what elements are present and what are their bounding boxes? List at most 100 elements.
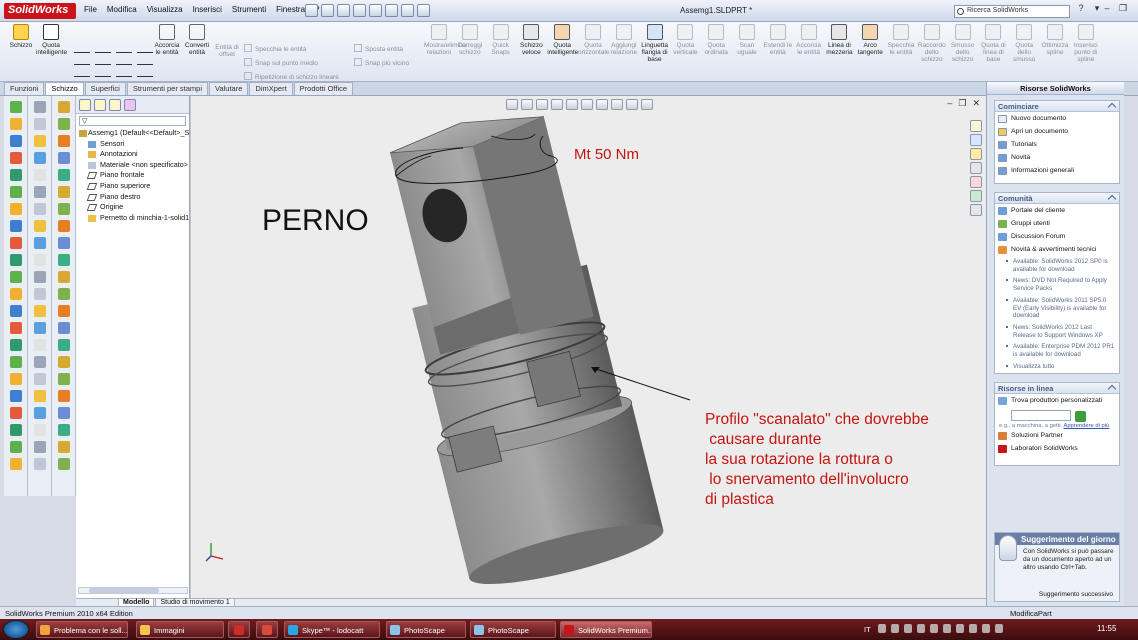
panel-online-title[interactable]: Risorse in linea bbox=[995, 383, 1119, 394]
sketch-tool-2-21-icon[interactable] bbox=[34, 458, 46, 470]
sketch-tool-3-9-icon[interactable] bbox=[58, 254, 70, 266]
tool-button-15[interactable]: Specchia le entità bbox=[886, 24, 916, 56]
sketch-tool-3-20-icon[interactable] bbox=[58, 441, 70, 453]
tree-root[interactable]: Assemg1 (Default<<Default>_S bbox=[76, 128, 189, 139]
sketch-tool-3-5-icon[interactable] bbox=[58, 186, 70, 198]
select-icon[interactable] bbox=[385, 4, 398, 17]
language-indicator[interactable]: IT bbox=[864, 625, 871, 634]
sketch-tool-3-7-icon[interactable] bbox=[58, 220, 70, 232]
tab-1[interactable]: Schizzo bbox=[45, 82, 84, 95]
sketch-tool-1-1-icon[interactable] bbox=[10, 118, 22, 130]
tool-button-6[interactable]: Aggiungi relazione bbox=[609, 24, 639, 56]
tree-item[interactable]: Sensori bbox=[76, 139, 189, 150]
sketch-tool-2-3-icon[interactable] bbox=[34, 152, 46, 164]
rectangle-icon[interactable] bbox=[74, 56, 90, 65]
tray-icon-2[interactable] bbox=[891, 624, 899, 633]
configuration-tab-icon[interactable] bbox=[109, 99, 121, 111]
new-icon[interactable] bbox=[305, 4, 318, 17]
tray-icon-8[interactable] bbox=[969, 624, 977, 633]
tool-button-9[interactable]: Quota ordinata bbox=[701, 24, 731, 56]
tool-button-7[interactable]: Linguetta flangia di base bbox=[640, 24, 670, 63]
sketch-tool-3-16-icon[interactable] bbox=[58, 373, 70, 385]
view-all-link[interactable]: Visualizza tutto bbox=[995, 361, 1119, 373]
sketch-tool-1-10-icon[interactable] bbox=[10, 271, 22, 283]
property-manager-tab-icon[interactable] bbox=[94, 99, 106, 111]
panel-community-title[interactable]: Comunità bbox=[995, 193, 1119, 204]
linear-pattern-tool[interactable]: Ripetizione di schizzo lineare bbox=[244, 72, 339, 81]
graphics-area[interactable]: – ❐ ✕ PERNO Mt 50 Nm Profilo "scanalato"… bbox=[190, 96, 986, 598]
search-tab-icon[interactable] bbox=[970, 162, 982, 174]
sketch-tool-1-3-icon[interactable] bbox=[10, 152, 22, 164]
online-item[interactable]: Soluzioni Partner bbox=[995, 429, 1119, 442]
taskbar-button-0[interactable]: Problema con le soll... bbox=[36, 621, 128, 638]
sketch-tool-1-2-icon[interactable] bbox=[10, 135, 22, 147]
news-item[interactable]: Available: Enterprise PDM 2012 PR1 is av… bbox=[995, 341, 1119, 360]
tray-icon-3[interactable] bbox=[904, 624, 912, 633]
tool-button-16[interactable]: Raccordo dello schizzo bbox=[917, 24, 947, 63]
tool-button-1[interactable]: Correggi schizzo bbox=[455, 24, 485, 56]
sketch-tool-1-0-icon[interactable] bbox=[10, 101, 22, 113]
sketch-tool-1-15-icon[interactable] bbox=[10, 356, 22, 368]
tool-button-14[interactable]: Arco tangente bbox=[855, 24, 885, 56]
sketch-tool-1-6-icon[interactable] bbox=[10, 203, 22, 215]
sketch-tool-3-6-icon[interactable] bbox=[58, 203, 70, 215]
sketch-tool-2-12-icon[interactable] bbox=[34, 305, 46, 317]
undo-icon[interactable] bbox=[369, 4, 382, 17]
taskbar-button-2[interactable] bbox=[228, 621, 250, 638]
sketch-tool-2-19-icon[interactable] bbox=[34, 424, 46, 436]
sketch-tool-1-18-icon[interactable] bbox=[10, 407, 22, 419]
sketch-tool-2-11-icon[interactable] bbox=[34, 288, 46, 300]
sketch-tool-3-14-icon[interactable] bbox=[58, 339, 70, 351]
sketch-tool-1-12-icon[interactable] bbox=[10, 305, 22, 317]
pin-model[interactable] bbox=[362, 99, 668, 596]
sketch-tool-3-2-icon[interactable] bbox=[58, 135, 70, 147]
sketch-tool-1-19-icon[interactable] bbox=[10, 424, 22, 436]
minimize-button[interactable]: – bbox=[1100, 3, 1114, 16]
tool-button-0[interactable]: Mostra/elimina relazioni bbox=[424, 24, 466, 56]
menu-modifica[interactable]: Modifica bbox=[107, 5, 137, 14]
scroll-thumb[interactable] bbox=[89, 588, 159, 593]
sketch-tool-2-16-icon[interactable] bbox=[34, 373, 46, 385]
tool-button-5[interactable]: Quota orizzontale bbox=[578, 24, 609, 56]
sketch-tool-2-4-icon[interactable] bbox=[34, 169, 46, 181]
sketch-tool-2-0-icon[interactable] bbox=[34, 101, 46, 113]
search-input[interactable]: Ricerca SolidWorks bbox=[954, 5, 1070, 18]
taskbar-button-4[interactable]: Skype™ - lodocatt bbox=[284, 621, 380, 638]
tree-item[interactable]: Origine bbox=[76, 202, 189, 213]
tray-icon-10[interactable] bbox=[995, 624, 1003, 633]
convert-entities-button[interactable]: Converti entità bbox=[182, 24, 212, 56]
nearest-snap-tool[interactable]: Snap più vicino bbox=[354, 58, 409, 67]
sketch-tool-2-20-icon[interactable] bbox=[34, 441, 46, 453]
sketch-tool-1-8-icon[interactable] bbox=[10, 237, 22, 249]
sketch-tool-1-20-icon[interactable] bbox=[10, 441, 22, 453]
sketch-tool-1-17-icon[interactable] bbox=[10, 390, 22, 402]
sketch-tool-1-13-icon[interactable] bbox=[10, 322, 22, 334]
sketch-tool-1-14-icon[interactable] bbox=[10, 339, 22, 351]
tool-button-12[interactable]: Accorcia le entità bbox=[794, 24, 824, 56]
sketch-tool-2-7-icon[interactable] bbox=[34, 220, 46, 232]
line-icon[interactable] bbox=[74, 44, 90, 53]
sketch-tool-3-21-icon[interactable] bbox=[58, 458, 70, 470]
feature-tree-tab-icon[interactable] bbox=[79, 99, 91, 111]
tab-0[interactable]: Funzioni bbox=[4, 82, 45, 95]
community-item[interactable]: Discussion Forum bbox=[995, 230, 1119, 243]
online-item[interactable]: Laboratori SolidWorks bbox=[995, 442, 1119, 455]
taskbar-button-3[interactable] bbox=[256, 621, 278, 638]
tool-button-2[interactable]: Quick Snaps bbox=[486, 24, 516, 56]
fillet-icon[interactable] bbox=[137, 56, 153, 65]
help-button[interactable]: ? bbox=[1074, 3, 1088, 16]
tree-item[interactable]: Annotazioni bbox=[76, 149, 189, 160]
clock[interactable]: 11:55 bbox=[1097, 624, 1116, 633]
menu-file[interactable]: File bbox=[84, 5, 97, 14]
restore-button[interactable]: ❐ bbox=[1116, 3, 1130, 16]
spline-icon[interactable] bbox=[116, 44, 132, 53]
midpoint-snap-tool[interactable]: Snap sul punto medio bbox=[244, 58, 318, 67]
sketch-tool-2-18-icon[interactable] bbox=[34, 407, 46, 419]
news-item[interactable]: Available: SolidWorks 2011 SP5.0 EV (Ear… bbox=[995, 295, 1119, 322]
taskbar-button-7[interactable]: SolidWorks Premium... bbox=[560, 621, 652, 638]
menu-visualizza[interactable]: Visualizza bbox=[147, 5, 183, 14]
arc-icon[interactable] bbox=[95, 68, 111, 77]
sketch-tool-2-14-icon[interactable] bbox=[34, 339, 46, 351]
sketch-tool-3-0-icon[interactable] bbox=[58, 101, 70, 113]
sketch-tool-3-15-icon[interactable] bbox=[58, 356, 70, 368]
